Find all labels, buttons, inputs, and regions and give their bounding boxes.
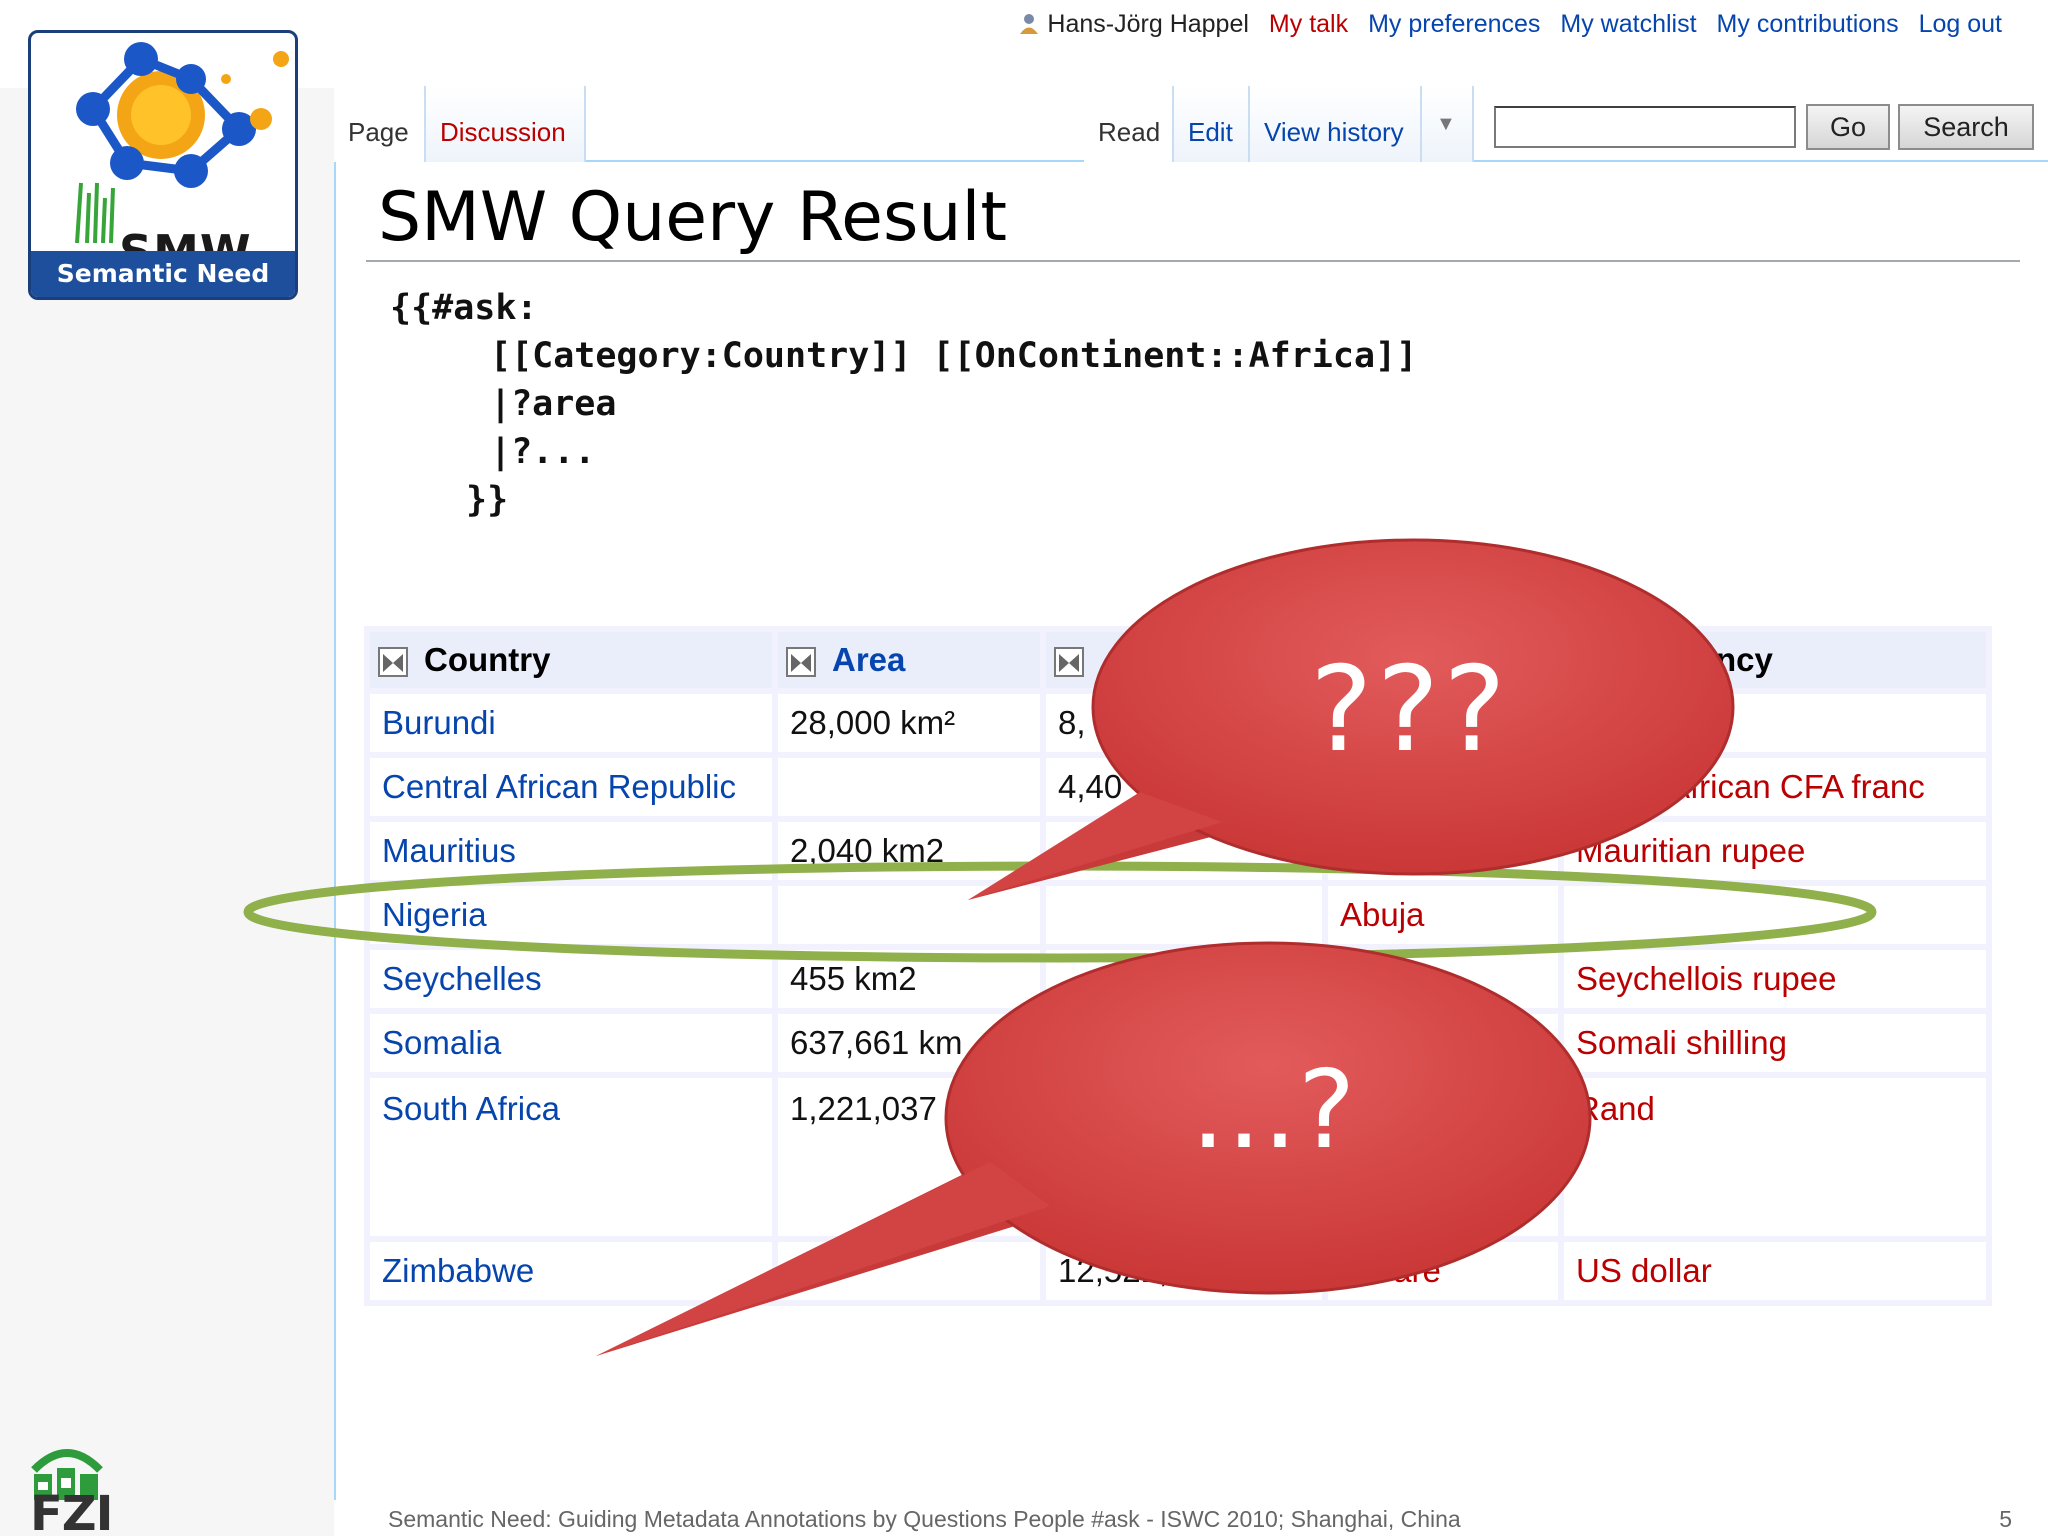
go-button[interactable]: Go: [1806, 104, 1890, 150]
cell-capital[interactable]: [1328, 950, 1558, 1008]
slide-number: 5: [1999, 1506, 2012, 1532]
sort-icon[interactable]: [786, 647, 816, 678]
table-row: Nigeria Abuja: [370, 886, 1986, 944]
column-header-population[interactable]: [1046, 632, 1322, 688]
logo-band-text: Semantic Need: [31, 251, 295, 297]
cell-capital[interactable]: [1328, 1078, 1558, 1236]
sort-icon[interactable]: [1054, 647, 1084, 678]
cell-capital[interactable]: [1328, 822, 1558, 880]
cell-population: [1046, 886, 1322, 944]
query-results-table: Country Area ncy Burundi 28,000 km² 8, C…: [364, 626, 1992, 1306]
more-actions-dropdown[interactable]: ▼: [1422, 86, 1474, 162]
my-talk-link[interactable]: My talk: [1269, 10, 1348, 39]
cell-area: 28,000 km²: [778, 694, 1040, 752]
cell-capital[interactable]: Abuja: [1328, 886, 1558, 944]
tab-discussion[interactable]: Discussion: [426, 86, 586, 162]
column-header-area[interactable]: Area: [778, 632, 1040, 688]
tab-view-history[interactable]: View history: [1250, 86, 1422, 162]
query-line-conditions: [[Category:Country]] [[OnContinent::Afri…: [490, 336, 1418, 376]
page-title: SMW Query Result: [378, 178, 1008, 257]
table-row: Central African Republic 4,40 African CF…: [370, 758, 1986, 816]
cell-country[interactable]: Mauritius: [370, 822, 772, 880]
table-row: South Africa 1,221,037 Rand: [370, 1078, 1986, 1236]
cell-area: 637,661 km: [778, 1014, 1040, 1072]
smw-logo-graphic: [75, 42, 289, 244]
cell-population: 12,521,000: [1046, 1242, 1322, 1300]
cell-currency[interactable]: Somali shilling: [1564, 1014, 1986, 1072]
query-line-close: }}: [466, 480, 509, 520]
column-label: Country: [424, 641, 551, 678]
cell-currency[interactable]: African CFA franc: [1564, 758, 1986, 816]
cell-population: 4,40: [1046, 758, 1322, 816]
query-line-printout-more: |?...: [490, 432, 596, 472]
cell-currency[interactable]: [1564, 694, 1986, 752]
cell-currency[interactable]: US dollar: [1564, 1242, 1986, 1300]
my-preferences-link[interactable]: My preferences: [1368, 10, 1540, 39]
cell-area: 2,040 km2: [778, 822, 1040, 880]
personal-toolbar: Hans-Jörg Happel My talk My preferences …: [1019, 6, 2002, 42]
slide-footer: Semantic Need: Guiding Metadata Annotati…: [388, 1506, 1461, 1532]
table-row: Zimbabwe 12,521,000 Harare US dollar: [370, 1242, 1986, 1300]
log-out-link[interactable]: Log out: [1919, 10, 2002, 39]
cell-currency[interactable]: Mauritian rupee: [1564, 822, 1986, 880]
tab-page[interactable]: Page: [334, 86, 426, 162]
query-line-open: {{#ask:: [390, 288, 538, 328]
table-row: Mauritius 2,040 km2 Mauritian rupee: [370, 822, 1986, 880]
cell-population: [1046, 822, 1322, 880]
cell-area: 455 km2: [778, 950, 1040, 1008]
cell-area: [778, 758, 1040, 816]
column-label: Area: [832, 641, 906, 678]
cell-population: [1046, 950, 1322, 1008]
search-input[interactable]: [1494, 106, 1796, 148]
cell-country[interactable]: Seychelles: [370, 950, 772, 1008]
user-icon: [1020, 14, 1039, 34]
cell-country[interactable]: South Africa: [370, 1078, 772, 1236]
cell-country[interactable]: Burundi: [370, 694, 772, 752]
site-logo[interactable]: SMW Semantic Need: [28, 30, 298, 300]
cell-currency[interactable]: Seychellois rupee: [1564, 950, 1986, 1008]
cell-capital[interactable]: [1328, 1014, 1558, 1072]
query-line-printout-area: |?area: [490, 384, 617, 424]
cell-area: [778, 1242, 1040, 1300]
cell-currency[interactable]: Rand: [1564, 1078, 1986, 1236]
callout-text-second: …?: [1190, 1048, 1356, 1173]
cell-population: 8,: [1046, 694, 1322, 752]
sort-icon[interactable]: [378, 647, 408, 678]
cell-country[interactable]: Zimbabwe: [370, 1242, 772, 1300]
fzi-logo-text: FZI: [30, 1486, 113, 1536]
table-row: Somalia 637,661 km Somali shilling: [370, 1014, 1986, 1072]
cell-currency[interactable]: [1564, 886, 1986, 944]
callout-text-first: ???: [1310, 640, 1510, 778]
table-row: Seychelles 455 km2 Seychellois rupee: [370, 950, 1986, 1008]
search-button[interactable]: Search: [1898, 104, 2034, 150]
my-contributions-link[interactable]: My contributions: [1717, 10, 1899, 39]
user-name: Hans-Jörg Happel: [1047, 9, 1249, 38]
cell-capital[interactable]: Harare: [1328, 1242, 1558, 1300]
title-divider: [366, 260, 2020, 262]
sidebar-panel: [0, 88, 334, 1536]
chevron-down-icon: ▼: [1436, 113, 1456, 135]
user-link[interactable]: Hans-Jörg Happel: [1019, 10, 1249, 39]
table-header-row: Country Area ncy: [370, 632, 1986, 688]
tab-read[interactable]: Read: [1084, 86, 1174, 162]
cell-area: [778, 886, 1040, 944]
column-label: ncy: [1716, 641, 1773, 678]
cell-country[interactable]: Nigeria: [370, 886, 772, 944]
column-header-currency[interactable]: ncy: [1564, 632, 1986, 688]
table-row: Burundi 28,000 km² 8,: [370, 694, 1986, 752]
cell-area: 1,221,037: [778, 1078, 1040, 1236]
column-header-country[interactable]: Country: [370, 632, 772, 688]
tab-edit[interactable]: Edit: [1174, 86, 1250, 162]
cell-country[interactable]: Somalia: [370, 1014, 772, 1072]
my-watchlist-link[interactable]: My watchlist: [1560, 10, 1696, 39]
cell-country[interactable]: Central African Republic: [370, 758, 772, 816]
